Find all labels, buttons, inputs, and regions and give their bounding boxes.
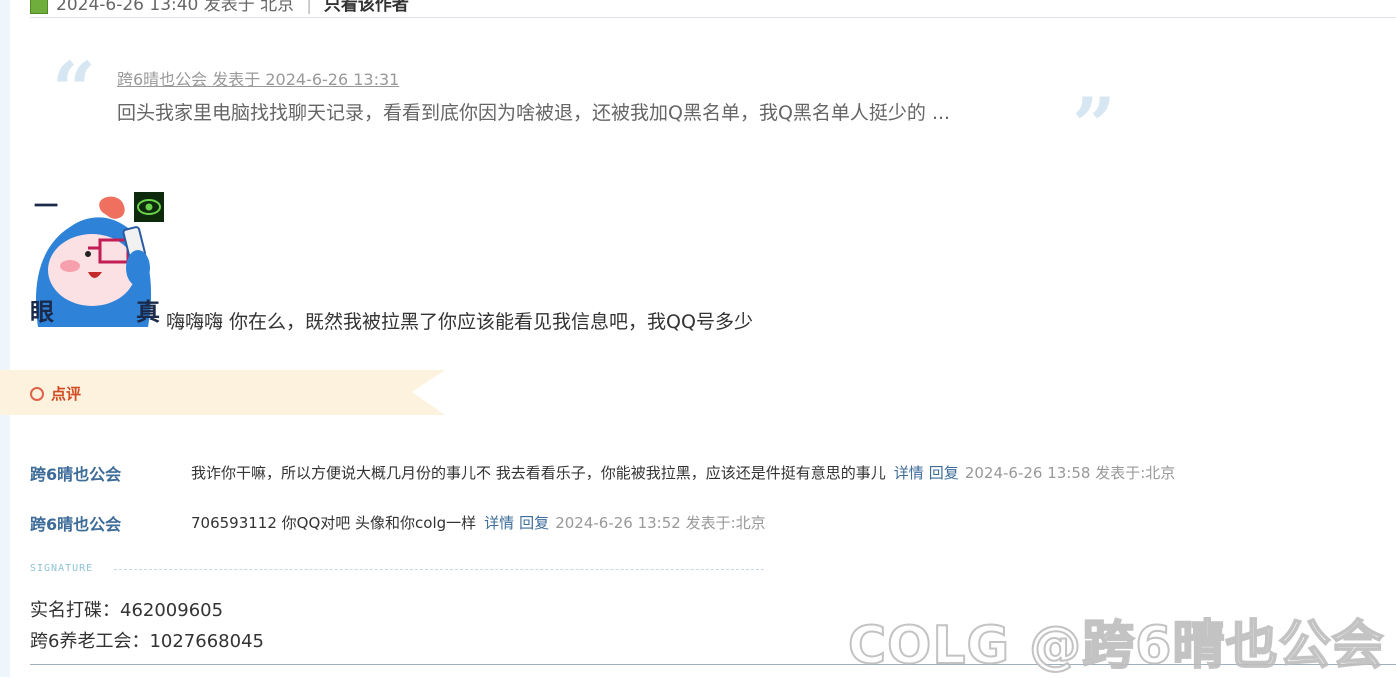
comment-reply-link[interactable]: 回复 <box>519 514 549 532</box>
signature-line-1: 实名打碟：462009605 <box>30 600 224 621</box>
post-date: 2024-6-26 13:40 发表于 北京 <box>56 0 295 15</box>
comment-user-link[interactable]: 跨6晴也公会 <box>30 511 121 535</box>
comment-time: 2024-6-26 13:52 发表于:北京 <box>555 514 766 532</box>
comment-text: 我诈你干嘛，所以方便说大概几月份的事儿不 我去看看乐子，你能被我拉黑，应该还是件… <box>191 464 886 482</box>
close-quote-icon: ” <box>1072 81 1116 170</box>
divider: | <box>306 0 312 15</box>
comment-item: 706593112 你QQ对吧 头像和你colg一样 详情 回复 2024-6-26 … <box>191 512 766 533</box>
post-body: 嗨嗨嗨 你在么，既然我被拉黑了你应该能看见我信息吧，我QQ号多少 <box>166 311 753 333</box>
quote-meta-link[interactable]: 跨6晴也公会 发表于 2024-6-26 13:31 <box>117 66 399 90</box>
comment-time: 2024-6-26 13:58 发表于:北京 <box>964 464 1176 482</box>
signature-line-2: 跨6养老工会：1027668045 <box>30 631 264 652</box>
signature-label: SIGNATURE <box>30 563 94 574</box>
sticker-char-1: 一 <box>34 193 58 220</box>
sticker-char-3: 真 <box>136 298 160 326</box>
left-border <box>0 0 10 677</box>
separator-line <box>30 17 1396 18</box>
comment-text: 706593112 你QQ对吧 头像和你colg一样 <box>191 514 477 532</box>
quote-text: 回头我家里电脑找找聊天记录，看看到底你因为啥被退，还被我加Q黑名单，我Q黑名单人… <box>117 102 951 124</box>
signature-divider <box>114 569 764 570</box>
only-author-link[interactable]: 只看该作者 <box>324 0 409 15</box>
comment-item: 我诈你干嘛，所以方便说大概几月份的事儿不 我去看看乐子，你能被我拉黑，应该还是件… <box>191 462 1175 483</box>
comment-detail-link[interactable]: 详情 <box>894 464 924 482</box>
post-meta: 2024-6-26 13:40 发表于 北京 | 只看该作者 <box>30 0 409 15</box>
comment-detail-link[interactable]: 详情 <box>484 514 514 532</box>
sticker-char-2: 眼 <box>30 299 54 326</box>
eye-icon <box>134 192 164 222</box>
comment-reply-link[interactable]: 回复 <box>929 464 959 482</box>
comment-user-link[interactable]: 跨6晴也公会 <box>30 461 121 485</box>
open-quote-icon: “ <box>52 45 96 134</box>
watermark: COLG @跨6晴也公会 <box>847 615 1385 677</box>
sticker-image: 一 眼 真 <box>30 192 164 327</box>
circle-icon <box>30 387 44 401</box>
comment-section-title: 点评 <box>51 385 82 403</box>
online-status-icon <box>30 0 48 14</box>
